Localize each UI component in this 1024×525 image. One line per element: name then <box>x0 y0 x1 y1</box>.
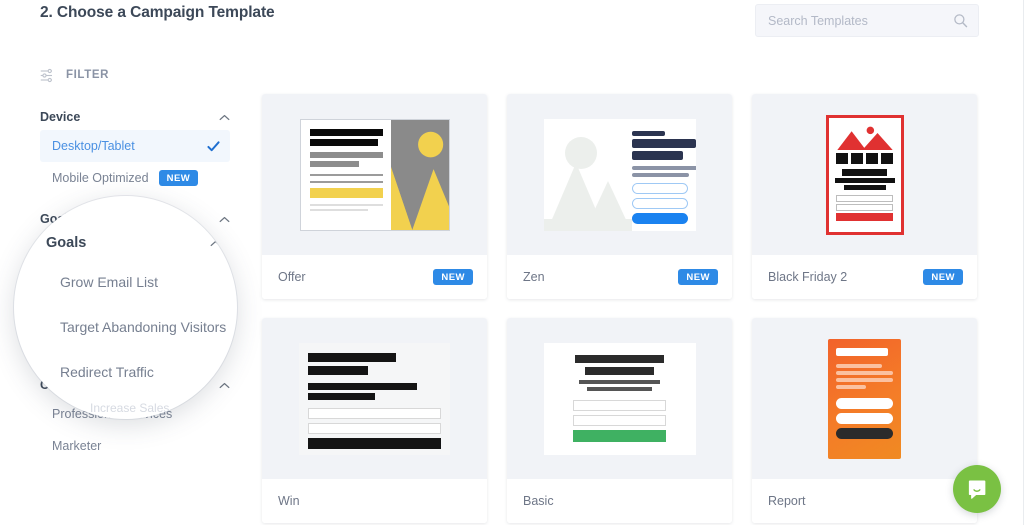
offer-preview-image <box>390 119 449 230</box>
offer-preview <box>299 118 450 231</box>
magnified-option-partial: Increase Sales <box>90 401 170 415</box>
chevron-up-icon <box>210 240 221 246</box>
new-badge: NEW <box>678 268 718 286</box>
template-name: Zen <box>523 270 545 284</box>
template-card-footer: Report <box>752 479 977 523</box>
filter-option-marketer[interactable]: Marketer <box>40 430 230 462</box>
search-icon[interactable] <box>953 13 968 28</box>
template-card-basic[interactable]: Basic <box>507 318 732 523</box>
template-name: Offer <box>278 270 306 284</box>
offer-preview-text <box>301 120 391 230</box>
template-chooser-screen: 2. Choose a Campaign Template FILTER Dev… <box>0 0 1024 525</box>
template-thumbnail <box>507 94 732 255</box>
magnifier-lens-content: Goals Grow Email List Target Abandoning … <box>14 196 237 419</box>
countdown-box <box>881 152 893 164</box>
template-name: Black Friday 2 <box>768 270 848 284</box>
template-thumbnail <box>262 94 487 255</box>
mountain-sun-icon <box>836 126 893 150</box>
filter-option-label: Desktop/Tablet <box>52 139 135 153</box>
zen-preview-image <box>543 118 632 231</box>
template-card-footer: Win <box>262 479 487 523</box>
magnifier-lens: Goals Grow Email List Target Abandoning … <box>14 196 237 419</box>
template-card-footer: Offer NEW <box>262 255 487 299</box>
template-name: Basic <box>523 494 554 508</box>
template-thumbnail <box>752 94 977 255</box>
template-card-footer: Black Friday 2 NEW <box>752 255 977 299</box>
template-card-footer: Zen NEW <box>507 255 732 299</box>
template-thumbnail <box>507 318 732 479</box>
report-preview <box>828 338 901 459</box>
new-badge: NEW <box>433 268 473 286</box>
template-card-offer[interactable]: Offer NEW <box>262 94 487 299</box>
zen-preview <box>543 118 696 231</box>
filter-option-desktop-tablet[interactable]: Desktop/Tablet <box>40 130 230 162</box>
black-friday-preview <box>825 114 904 235</box>
filter-option-label: Marketer <box>52 439 102 453</box>
filter-option-label: Mobile Optimized <box>52 171 149 185</box>
sliders-filter-icon <box>40 68 52 82</box>
filter-header: FILTER <box>40 60 248 90</box>
filter-group-device[interactable]: Device <box>40 104 230 130</box>
template-thumbnail <box>752 318 977 479</box>
chevron-up-icon[interactable] <box>219 114 230 121</box>
template-grid: Offer NEW Zen NEW Black Friday 2 NEW Win… <box>262 94 992 523</box>
page-title: 2. Choose a Campaign Template <box>40 4 275 21</box>
zen-preview-text <box>631 130 696 228</box>
new-badge: NEW <box>923 268 963 286</box>
magnified-group-title: Goals <box>46 235 87 251</box>
mountain-sun-icon <box>390 119 449 230</box>
black-friday-countdown-boxes <box>835 152 895 164</box>
chat-widget-button[interactable] <box>953 465 1001 513</box>
filter-option-mobile-optimized[interactable]: Mobile Optimized NEW <box>40 162 230 194</box>
template-card-report[interactable]: Report <box>752 318 977 523</box>
countdown-box <box>836 152 848 164</box>
magnified-option-grow-email-list: Grow Email List <box>60 274 159 290</box>
magnified-group-goals: Goals <box>46 235 221 251</box>
filter-group-device-title: Device <box>40 110 81 124</box>
basic-preview <box>543 342 696 455</box>
template-card-zen[interactable]: Zen NEW <box>507 94 732 299</box>
magnified-option-target-abandoning-visitors: Target Abandoning Visitors <box>60 319 227 335</box>
magnified-option-redirect-traffic: Redirect Traffic <box>60 364 154 380</box>
template-card-black-friday-2[interactable]: Black Friday 2 NEW <box>752 94 977 299</box>
win-preview <box>299 342 450 455</box>
search-input[interactable] <box>768 13 953 28</box>
chat-bubble-icon[interactable] <box>966 478 989 501</box>
template-card-win[interactable]: Win <box>262 318 487 523</box>
countdown-box <box>866 152 878 164</box>
filter-label: FILTER <box>66 69 109 81</box>
template-card-footer: Basic <box>507 479 732 523</box>
new-badge: NEW <box>158 169 199 187</box>
search-templates-field[interactable] <box>755 4 979 37</box>
template-thumbnail <box>262 318 487 479</box>
template-name: Win <box>278 494 300 508</box>
template-name: Report <box>768 494 806 508</box>
countdown-box <box>851 152 863 164</box>
check-icon <box>207 140 220 151</box>
mountain-circle-icon <box>543 118 632 231</box>
